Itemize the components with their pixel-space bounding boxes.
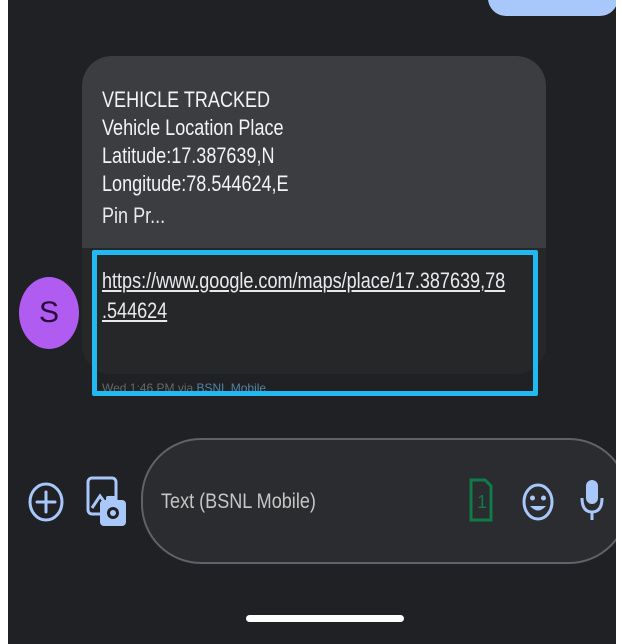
avatar-initial: S xyxy=(38,296,59,329)
messages-screen: S VEHICLE TRACKED Vehicle Location Place… xyxy=(8,0,616,644)
sim-card-icon[interactable]: 1 xyxy=(469,476,493,524)
link-highlight-box xyxy=(92,250,538,396)
message-line: Pin Pr... xyxy=(102,203,166,228)
previous-message-bubble[interactable] xyxy=(488,0,616,16)
plus-circle-icon xyxy=(28,482,64,522)
message-line: Latitude:17.387639,N xyxy=(102,143,275,168)
sim-slot-number: 1 xyxy=(477,492,487,512)
message-line: VEHICLE TRACKED xyxy=(102,87,271,112)
home-indicator[interactable] xyxy=(246,615,404,622)
emoji-icon[interactable] xyxy=(521,482,555,522)
add-attachment-button[interactable] xyxy=(26,480,66,524)
photo-camera-icon xyxy=(86,476,126,526)
message-input-placeholder: Text (BSNL Mobile) xyxy=(161,490,316,513)
message-line: Longitude:78.544624,E xyxy=(102,171,289,196)
gallery-button[interactable] xyxy=(84,474,128,530)
contact-avatar[interactable]: S xyxy=(19,277,79,349)
microphone-icon[interactable] xyxy=(579,478,605,524)
message-line: Vehicle Location Place xyxy=(102,115,284,140)
message-input[interactable]: Text (BSNL Mobile) 1 xyxy=(141,438,616,564)
message-text: VEHICLE TRACKED Vehicle Location Place L… xyxy=(102,86,546,230)
